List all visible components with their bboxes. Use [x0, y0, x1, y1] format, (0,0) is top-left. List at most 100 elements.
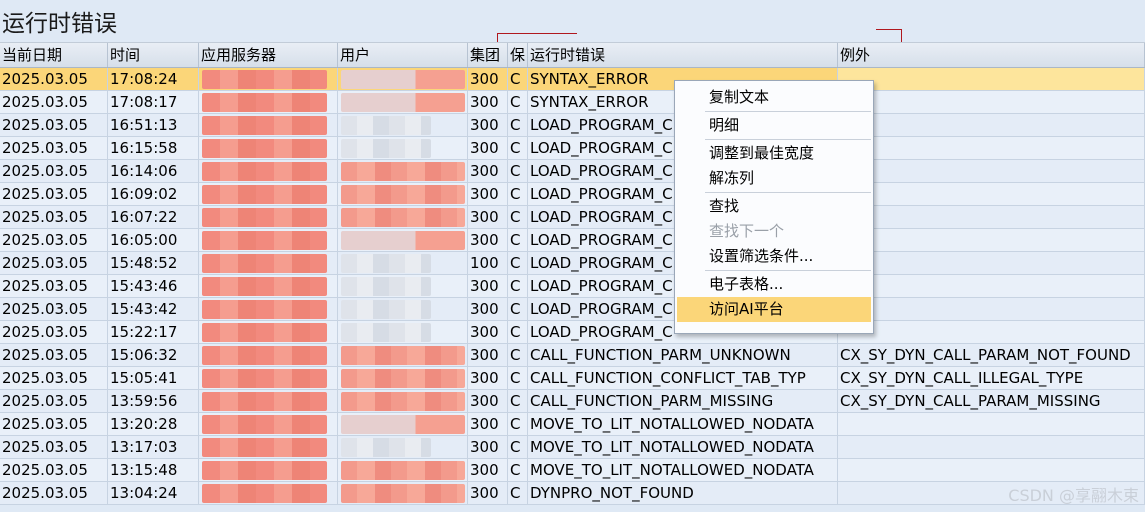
cell-app-server[interactable] [199, 436, 338, 458]
column-header-exception[interactable]: 例外 [838, 43, 1145, 67]
cell-client[interactable]: 100 [468, 252, 508, 274]
cell-client[interactable]: 300 [468, 482, 508, 504]
table-row[interactable]: 2025.03.05 13:17:03 300 C MOVE_TO_LIT_NOTALL… [0, 436, 1145, 459]
cell-date[interactable]: 2025.03.05 [0, 436, 108, 458]
menu-item[interactable]: 设置筛选条件... [677, 244, 871, 269]
column-header-runtime-error[interactable]: 运行时错误 [528, 43, 838, 67]
cell-user[interactable] [338, 91, 468, 113]
cell-app-server[interactable] [199, 183, 338, 205]
table-row[interactable]: 2025.03.05 15:06:32 300 C CALL_FUNCTION_PARM… [0, 344, 1145, 367]
cell-date[interactable]: 2025.03.05 [0, 114, 108, 136]
table-row[interactable]: 2025.03.05 13:15:48 300 C MOVE_TO_LIT_NOTALL… [0, 459, 1145, 482]
cell-client[interactable]: 300 [468, 206, 508, 228]
cell-date[interactable]: 2025.03.05 [0, 252, 108, 274]
cell-time[interactable]: 16:07:22 [108, 206, 199, 228]
cell-keep-flag[interactable]: C [508, 160, 528, 182]
cell-runtime-error[interactable]: CALL_FUNCTION_PARM_MISSING [528, 390, 838, 412]
menu-item[interactable]: 访问AI平台 [677, 297, 871, 322]
cell-date[interactable]: 2025.03.05 [0, 367, 108, 389]
cell-time[interactable]: 16:51:13 [108, 114, 199, 136]
cell-app-server[interactable] [199, 367, 338, 389]
cell-client[interactable]: 300 [468, 459, 508, 481]
table-row[interactable]: 2025.03.05 16:51:13 300 C LOAD_PROGRAM_C [0, 114, 1145, 137]
table-row[interactable]: 2025.03.05 16:07:22 300 C LOAD_PROGRAM_C [0, 206, 1145, 229]
cell-client[interactable]: 300 [468, 91, 508, 113]
cell-client[interactable]: 300 [468, 436, 508, 458]
cell-date[interactable]: 2025.03.05 [0, 68, 108, 90]
cell-keep-flag[interactable]: C [508, 91, 528, 113]
cell-user[interactable] [338, 482, 468, 504]
cell-time[interactable]: 15:22:17 [108, 321, 199, 343]
cell-date[interactable]: 2025.03.05 [0, 298, 108, 320]
cell-client[interactable]: 300 [468, 275, 508, 297]
cell-app-server[interactable] [199, 413, 338, 435]
cell-time[interactable]: 16:14:06 [108, 160, 199, 182]
cell-exception[interactable] [838, 160, 1145, 182]
column-header-time[interactable]: 时间 [108, 43, 199, 67]
cell-exception[interactable] [838, 459, 1145, 481]
cell-client[interactable]: 300 [468, 390, 508, 412]
cell-time[interactable]: 13:17:03 [108, 436, 199, 458]
cell-keep-flag[interactable]: C [508, 68, 528, 90]
cell-date[interactable]: 2025.03.05 [0, 413, 108, 435]
table-row[interactable]: 2025.03.05 16:05:00 300 C LOAD_PROGRAM_C [0, 229, 1145, 252]
column-header-date[interactable]: 当前日期 [0, 43, 108, 67]
cell-app-server[interactable] [199, 252, 338, 274]
cell-user[interactable] [338, 206, 468, 228]
cell-time[interactable]: 13:15:48 [108, 459, 199, 481]
cell-keep-flag[interactable]: C [508, 252, 528, 274]
cell-client[interactable]: 300 [468, 367, 508, 389]
cell-user[interactable] [338, 367, 468, 389]
cell-keep-flag[interactable]: C [508, 137, 528, 159]
cell-client[interactable]: 300 [468, 137, 508, 159]
cell-runtime-error[interactable]: CALL_FUNCTION_CONFLICT_TAB_TYP [528, 367, 838, 389]
cell-exception[interactable] [838, 413, 1145, 435]
cell-keep-flag[interactable]: C [508, 413, 528, 435]
cell-date[interactable]: 2025.03.05 [0, 137, 108, 159]
cell-keep-flag[interactable]: C [508, 390, 528, 412]
cell-date[interactable]: 2025.03.05 [0, 160, 108, 182]
cell-user[interactable] [338, 183, 468, 205]
menu-item[interactable]: 明细 [677, 113, 871, 138]
cell-time[interactable]: 13:20:28 [108, 413, 199, 435]
cell-user[interactable] [338, 229, 468, 251]
cell-keep-flag[interactable]: C [508, 229, 528, 251]
cell-user[interactable] [338, 275, 468, 297]
cell-date[interactable]: 2025.03.05 [0, 344, 108, 366]
table-row[interactable]: 2025.03.05 16:09:02 300 C LOAD_PROGRAM_C [0, 183, 1145, 206]
table-row[interactable]: 2025.03.05 17:08:17 300 C SYNTAX_ERROR [0, 91, 1145, 114]
cell-runtime-error[interactable]: MOVE_TO_LIT_NOTALLOWED_NODATA [528, 459, 838, 481]
menu-item[interactable]: 电子表格... [677, 272, 871, 297]
cell-keep-flag[interactable]: C [508, 436, 528, 458]
cell-exception[interactable] [838, 275, 1145, 297]
cell-keep-flag[interactable]: C [508, 482, 528, 504]
cell-date[interactable]: 2025.03.05 [0, 390, 108, 412]
table-row[interactable]: 2025.03.05 13:20:28 300 C MOVE_TO_LIT_NOTALL… [0, 413, 1145, 436]
cell-keep-flag[interactable]: C [508, 367, 528, 389]
column-header-keep[interactable]: 保 [508, 43, 528, 67]
cell-keep-flag[interactable]: C [508, 298, 528, 320]
cell-client[interactable]: 300 [468, 344, 508, 366]
cell-keep-flag[interactable]: C [508, 344, 528, 366]
cell-app-server[interactable] [199, 229, 338, 251]
cell-time[interactable]: 15:43:42 [108, 298, 199, 320]
cell-exception[interactable] [838, 183, 1145, 205]
cell-client[interactable]: 300 [468, 183, 508, 205]
table-row[interactable]: 2025.03.05 15:48:52 100 C LOAD_PROGRAM_C [0, 252, 1145, 275]
cell-keep-flag[interactable]: C [508, 275, 528, 297]
table-row[interactable]: 2025.03.05 15:43:46 300 C LOAD_PROGRAM_C [0, 275, 1145, 298]
cell-user[interactable] [338, 160, 468, 182]
cell-user[interactable] [338, 114, 468, 136]
column-header-user[interactable]: 用户 [338, 43, 468, 67]
cell-date[interactable]: 2025.03.05 [0, 229, 108, 251]
menu-item[interactable]: 解冻列 [677, 166, 871, 191]
cell-keep-flag[interactable]: C [508, 114, 528, 136]
cell-app-server[interactable] [199, 482, 338, 504]
cell-exception[interactable] [838, 137, 1145, 159]
cell-keep-flag[interactable]: C [508, 206, 528, 228]
cell-exception[interactable]: CX_SY_DYN_CALL_PARAM_NOT_FOUND [838, 344, 1145, 366]
column-header-client[interactable]: 集团 [468, 43, 508, 67]
cell-user[interactable] [338, 137, 468, 159]
cell-exception[interactable] [838, 321, 1145, 343]
cell-app-server[interactable] [199, 344, 338, 366]
